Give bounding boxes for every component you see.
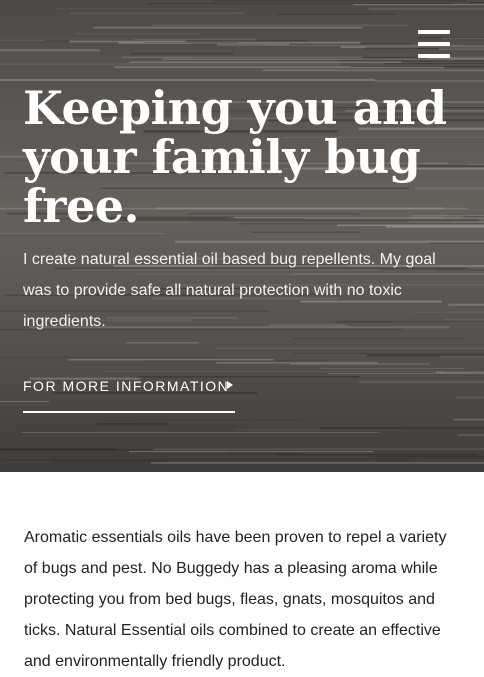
triangle-right-icon [227,381,233,389]
hero-headline: Keeping you and your family bug free. [23,84,463,231]
more-information-link[interactable]: FOR MORE INFORMATION [23,378,235,413]
hamburger-menu-icon[interactable] [418,30,450,58]
more-information-label: FOR MORE INFORMATION [23,378,229,394]
hero-section: Keeping you and your family bug free. I … [0,0,484,472]
about-paragraph: Aromatic essentials oils have been prove… [24,522,464,677]
cta-underline [23,411,235,413]
hero-intro-text: I create natural essential oil based bug… [23,244,468,337]
